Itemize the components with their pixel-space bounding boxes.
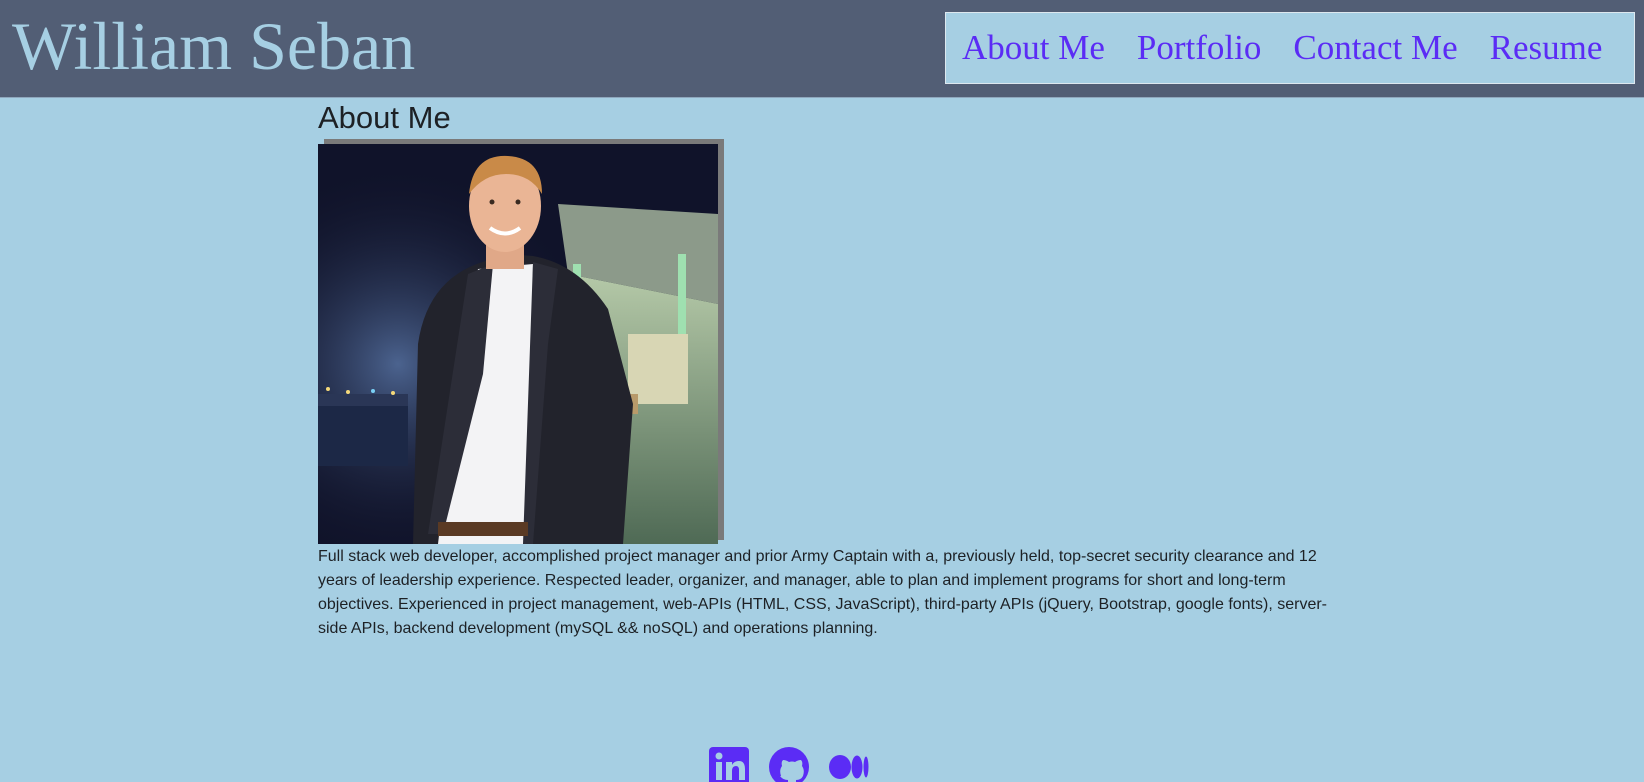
github-icon[interactable]: [768, 746, 810, 782]
nav-contact-me[interactable]: Contact Me: [1293, 28, 1457, 68]
site-header: William Seban About Me Portfolio Contact…: [0, 0, 1644, 98]
site-title: William Seban: [12, 8, 416, 84]
profile-photo-frame: [318, 138, 724, 544]
social-links: [708, 746, 870, 782]
nav-about-me[interactable]: About Me: [962, 28, 1105, 68]
bio-text: Full stack web developer, accomplished p…: [318, 548, 1327, 637]
main-nav: About Me Portfolio Contact Me Resume: [945, 12, 1635, 84]
linkedin-icon[interactable]: [708, 746, 750, 782]
section-title: About Me: [318, 100, 451, 135]
medium-icon[interactable]: [828, 746, 870, 782]
nav-portfolio[interactable]: Portfolio: [1137, 28, 1261, 68]
nav-resume[interactable]: Resume: [1490, 28, 1603, 68]
profile-photo: [318, 144, 718, 544]
